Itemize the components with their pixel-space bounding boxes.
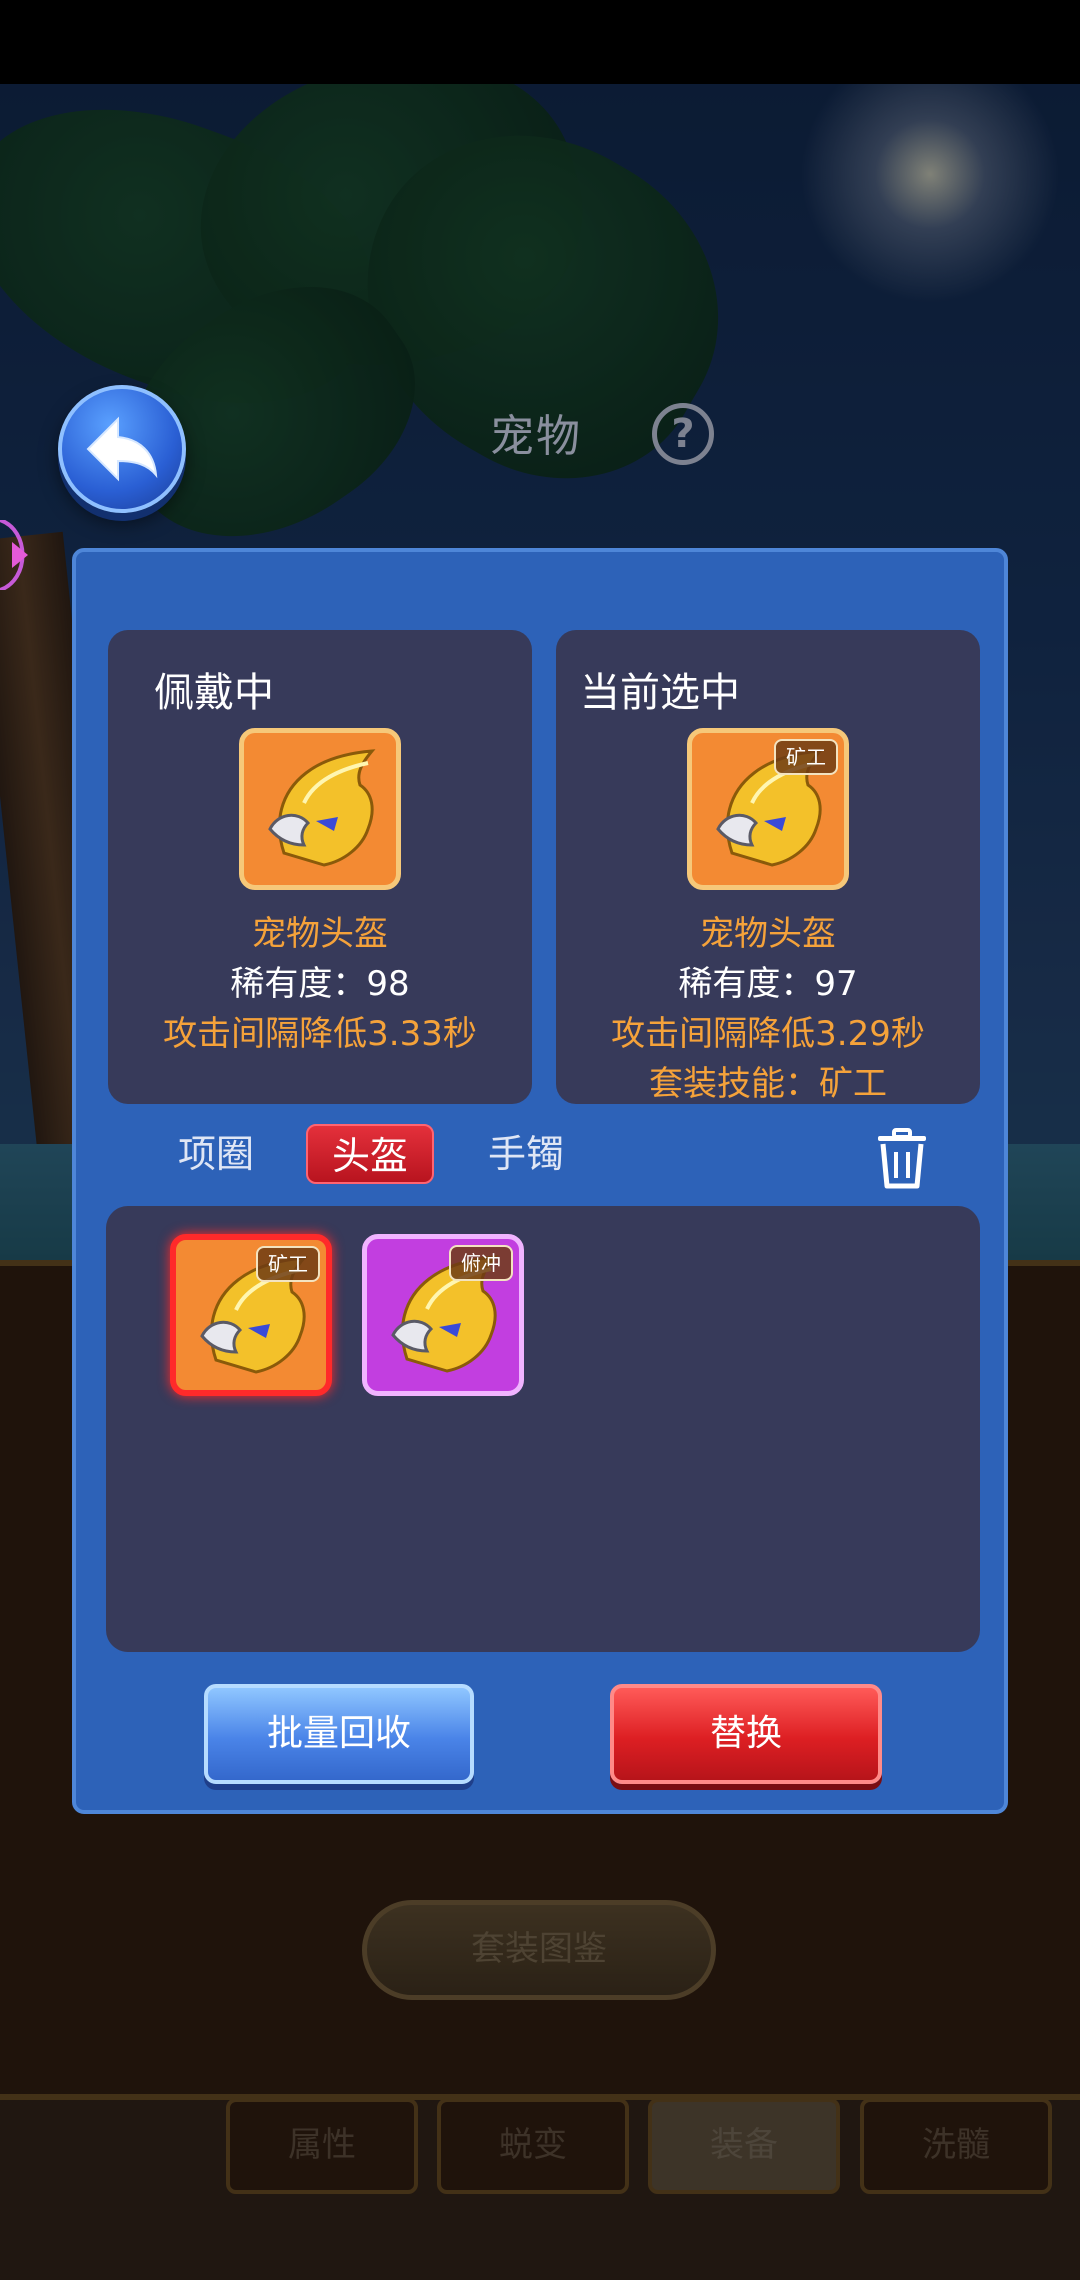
suit-tag: 矿工 [256,1246,320,1282]
inventory-grid: 矿工 俯冲 [106,1206,980,1652]
selected-item-rarity: 稀有度：97 [678,964,858,1004]
side-expand-icon[interactable] [0,520,40,590]
help-icon[interactable]: ? [652,403,714,465]
replace-button[interactable]: 替换 [610,1684,882,1784]
inventory-slot[interactable]: 俯冲 [362,1234,524,1396]
status-bar [0,0,1080,84]
tab-collar[interactable]: 项圈 [156,1124,276,1184]
selected-item-effect: 攻击间隔降低3.29秒 [611,1014,925,1054]
selected-item-card: 当前选中 矿工 宠物头盔 稀有度：97 攻击间隔降低3.29秒 套装技能：矿工 [556,630,980,1104]
selected-heading: 当前选中 [580,670,740,716]
back-button[interactable] [58,385,186,513]
equipped-item-name: 宠物头盔 [252,914,388,954]
helmet-icon: 矿工 [687,728,849,890]
equipped-heading: 佩戴中 [154,670,274,716]
helmet-icon [239,728,401,890]
back-arrow-icon [86,416,158,482]
tab-bracelet[interactable]: 手镯 [466,1124,586,1184]
suit-tag: 俯冲 [449,1245,513,1281]
equipped-item-card: 佩戴中 宠物头盔 稀有度：98 攻击间隔降低3.33秒 [108,630,532,1104]
suit-tag: 矿工 [774,739,838,775]
equipment-modal: 佩戴中 宠物头盔 稀有度：98 攻击间隔降低3.33秒 当前选中 矿工 宠物头盔… [72,548,1008,1814]
batch-recycle-button[interactable]: 批量回收 [204,1684,474,1784]
tab-helmet[interactable]: 头盔 [306,1124,434,1184]
selected-item-skill: 套装技能：矿工 [649,1064,887,1104]
inventory-slot[interactable]: 矿工 [170,1234,332,1396]
trash-icon[interactable] [874,1128,930,1190]
selected-item-name: 宠物头盔 [700,914,836,954]
equipped-item-rarity: 稀有度：98 [230,964,410,1004]
page-title: 宠物 [490,411,582,462]
equipped-item-effect: 攻击间隔降低3.33秒 [163,1014,477,1054]
